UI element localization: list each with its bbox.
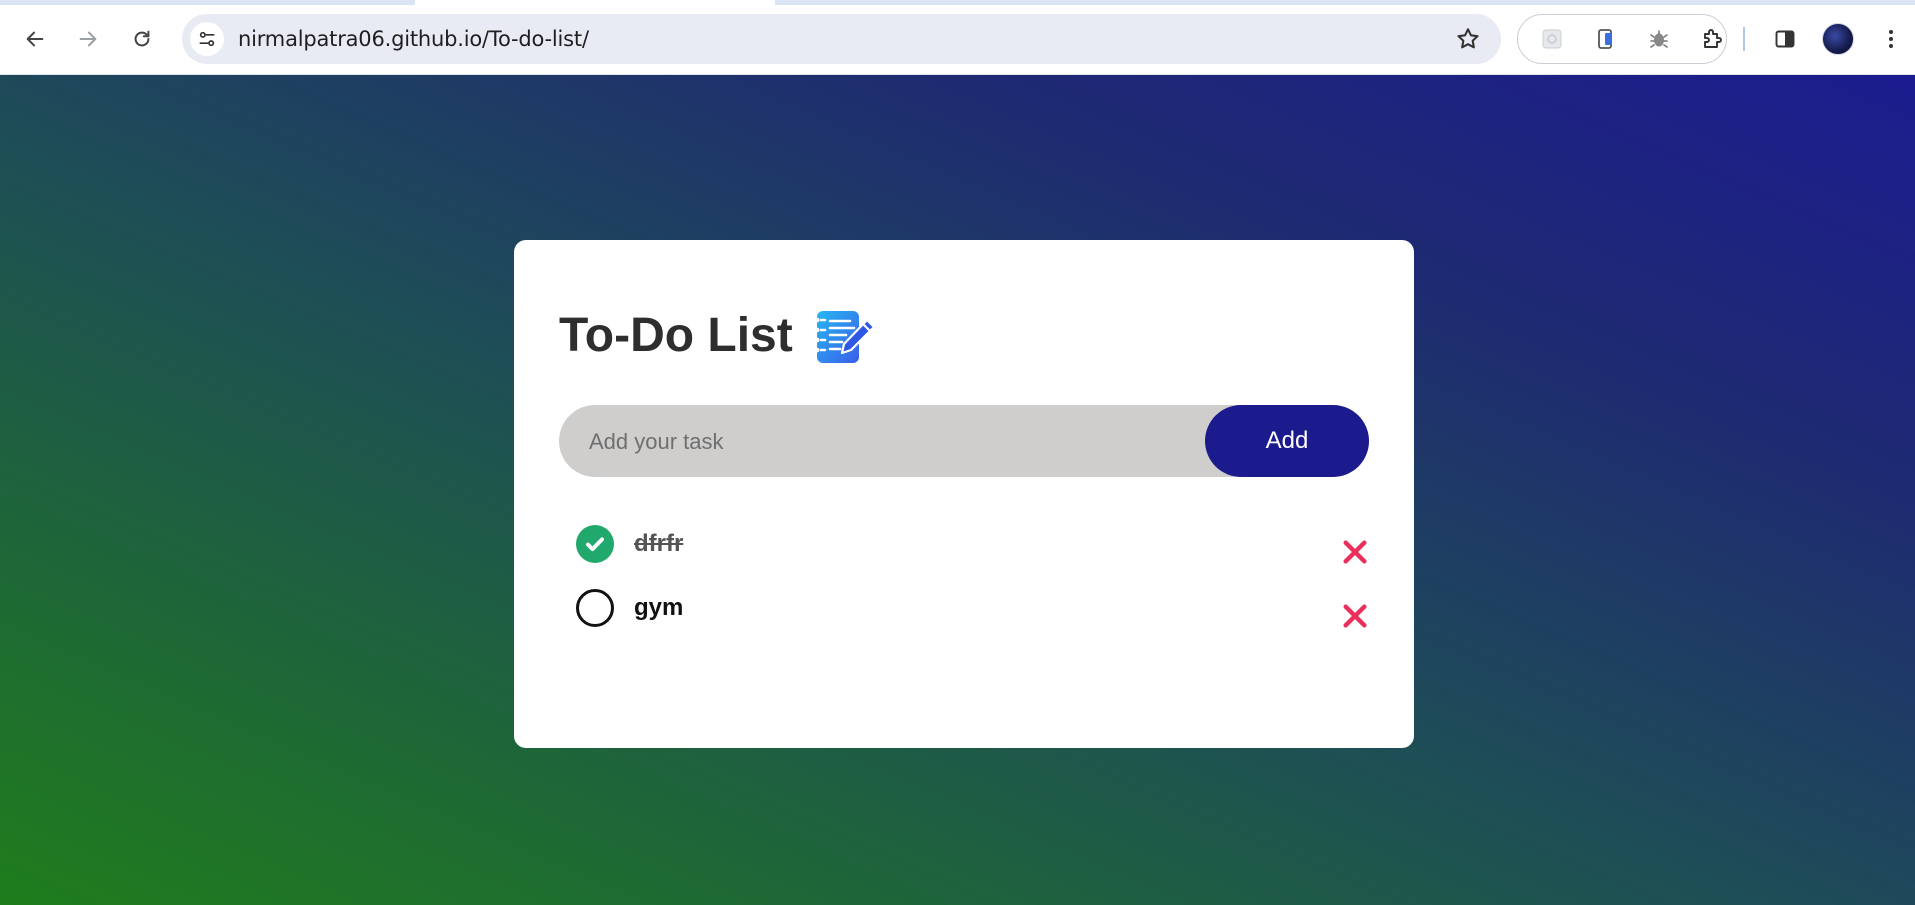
toolbar-separator	[1743, 27, 1745, 51]
empty-circle-icon[interactable]	[576, 589, 614, 627]
site-info-button[interactable]	[190, 22, 224, 56]
tune-icon	[199, 31, 215, 47]
extensions-puzzle-icon[interactable]	[1699, 26, 1725, 52]
close-x-icon[interactable]	[1341, 538, 1369, 566]
todo-card: To-Do List Add your task Add dfrfr gym	[514, 240, 1414, 748]
add-button[interactable]: Add	[1205, 405, 1369, 477]
reload-button[interactable]	[124, 21, 160, 57]
side-panel-icon[interactable]	[1770, 24, 1800, 54]
task-item[interactable]: gym	[559, 584, 1369, 648]
device-toolbar-icon[interactable]	[1593, 26, 1619, 52]
check-circle-icon[interactable]	[576, 525, 614, 563]
reload-icon	[134, 30, 150, 47]
extensions-group	[1517, 14, 1727, 64]
active-tab[interactable]	[415, 0, 775, 5]
more-menu-icon[interactable]	[1876, 24, 1906, 54]
task-text: gym	[634, 594, 684, 621]
tab-strip	[0, 0, 1915, 5]
arrow-left-icon	[26, 31, 44, 47]
extension-1-icon[interactable]	[1539, 26, 1565, 52]
task-list: dfrfr gym	[559, 520, 1369, 648]
close-x-icon[interactable]	[1341, 602, 1369, 630]
page-background: To-Do List Add your task Add dfrfr gym	[0, 75, 1915, 905]
task-input[interactable]	[587, 405, 1191, 479]
arrow-right-icon	[79, 31, 97, 47]
browser-toolbar: nirmalpatra06.github.io/To-do-list/	[0, 0, 1915, 75]
url-text[interactable]: nirmalpatra06.github.io/To-do-list/	[238, 14, 589, 64]
task-input-row: Add	[559, 405, 1369, 479]
bug-icon[interactable]	[1646, 26, 1672, 52]
bookmark-star-icon[interactable]	[1455, 26, 1481, 52]
notepad-pencil-icon	[814, 311, 876, 363]
page-title: To-Do List	[559, 309, 793, 362]
profile-avatar[interactable]	[1822, 23, 1854, 55]
task-item[interactable]: dfrfr	[559, 520, 1369, 584]
task-text: dfrfr	[634, 530, 684, 557]
forward-button[interactable]	[70, 21, 106, 57]
back-button[interactable]	[17, 21, 53, 57]
address-bar[interactable]: nirmalpatra06.github.io/To-do-list/	[182, 14, 1501, 64]
